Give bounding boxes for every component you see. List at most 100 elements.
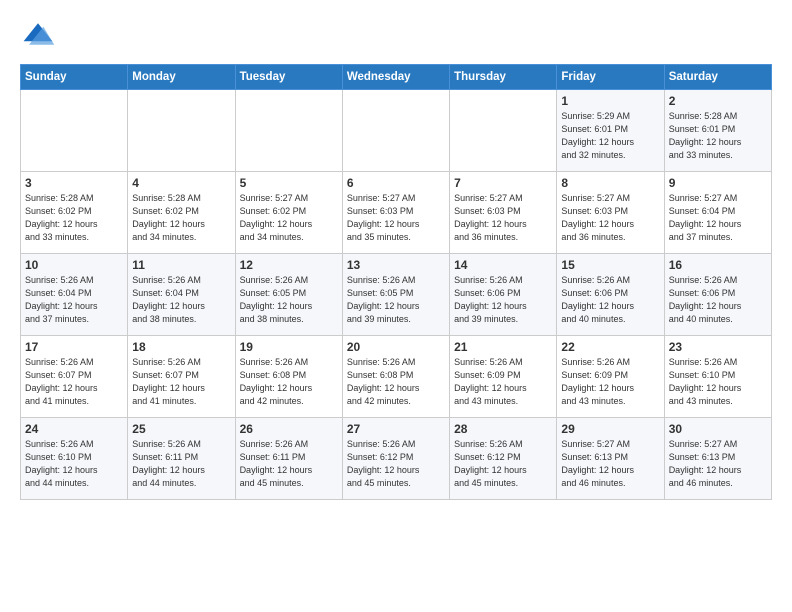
calendar-cell — [235, 90, 342, 172]
logo — [20, 16, 62, 52]
day-info: Sunrise: 5:26 AM Sunset: 6:09 PM Dayligh… — [454, 356, 552, 408]
calendar-cell: 16 Sunrise: 5:26 AM Sunset: 6:06 PM Dayli… — [664, 254, 771, 336]
calendar-cell: 5Sunrise: 5:27 AM Sunset: 6:02 PM Daylig… — [235, 172, 342, 254]
header — [20, 16, 772, 52]
day-info: Sunrise: 5:26 AM Sunset: 6:11 PM Dayligh… — [132, 438, 230, 490]
day-info: Sunrise: 5:27 AM Sunset: 6:03 PM Dayligh… — [561, 192, 659, 244]
day-number: 14 — [454, 258, 552, 272]
calendar-cell: 22 Sunrise: 5:26 AM Sunset: 6:09 PM Dayli… — [557, 336, 664, 418]
calendar-table: SundayMondayTuesdayWednesdayThursdayFrid… — [20, 64, 772, 500]
calendar-cell: 11 Sunrise: 5:26 AM Sunset: 6:04 PM Dayli… — [128, 254, 235, 336]
calendar-cell: 6Sunrise: 5:27 AM Sunset: 6:03 PM Daylig… — [342, 172, 449, 254]
calendar-cell: 13Sunrise: 5:26 AM Sunset: 6:05 PM Dayli… — [342, 254, 449, 336]
day-number: 19 — [240, 340, 338, 354]
calendar-cell: 29 Sunrise: 5:27 AM Sunset: 6:13 PM Dayli… — [557, 418, 664, 500]
day-info: Sunrise: 5:26 AM Sunset: 6:10 PM Dayligh… — [25, 438, 123, 490]
day-number: 28 — [454, 422, 552, 436]
day-number: 10 — [25, 258, 123, 272]
day-number: 15 — [561, 258, 659, 272]
day-number: 16 — [669, 258, 767, 272]
calendar-cell: 12Sunrise: 5:26 AM Sunset: 6:05 PM Dayli… — [235, 254, 342, 336]
day-number: 24 — [25, 422, 123, 436]
calendar-cell: 26 Sunrise: 5:26 AM Sunset: 6:11 PM Dayli… — [235, 418, 342, 500]
day-info: Sunrise: 5:28 AM Sunset: 6:02 PM Dayligh… — [132, 192, 230, 244]
day-info: Sunrise: 5:28 AM Sunset: 6:02 PM Dayligh… — [25, 192, 123, 244]
weekday-header-monday: Monday — [128, 65, 235, 90]
calendar-cell — [450, 90, 557, 172]
day-info: Sunrise: 5:27 AM Sunset: 6:13 PM Dayligh… — [561, 438, 659, 490]
calendar-cell: 30 Sunrise: 5:27 AM Sunset: 6:13 PM Dayli… — [664, 418, 771, 500]
calendar-cell: 27 Sunrise: 5:26 AM Sunset: 6:12 PM Dayli… — [342, 418, 449, 500]
calendar-cell — [21, 90, 128, 172]
weekday-header-tuesday: Tuesday — [235, 65, 342, 90]
calendar-cell — [128, 90, 235, 172]
calendar-cell: 2Sunrise: 5:28 AM Sunset: 6:01 PM Daylig… — [664, 90, 771, 172]
day-number: 29 — [561, 422, 659, 436]
calendar-cell: 10 Sunrise: 5:26 AM Sunset: 6:04 PM Dayli… — [21, 254, 128, 336]
weekday-header-saturday: Saturday — [664, 65, 771, 90]
weekday-header-friday: Friday — [557, 65, 664, 90]
day-info: Sunrise: 5:26 AM Sunset: 6:04 PM Dayligh… — [25, 274, 123, 326]
day-info: Sunrise: 5:26 AM Sunset: 6:06 PM Dayligh… — [669, 274, 767, 326]
week-row-5: 24 Sunrise: 5:26 AM Sunset: 6:10 PM Dayli… — [21, 418, 772, 500]
calendar-cell: 8 Sunrise: 5:27 AM Sunset: 6:03 PM Daylig… — [557, 172, 664, 254]
day-info: Sunrise: 5:26 AM Sunset: 6:06 PM Dayligh… — [561, 274, 659, 326]
day-info: Sunrise: 5:26 AM Sunset: 6:11 PM Dayligh… — [240, 438, 338, 490]
calendar-cell: 25 Sunrise: 5:26 AM Sunset: 6:11 PM Dayli… — [128, 418, 235, 500]
day-number: 6 — [347, 176, 445, 190]
calendar-cell: 1Sunrise: 5:29 AM Sunset: 6:01 PM Daylig… — [557, 90, 664, 172]
day-number: 17 — [25, 340, 123, 354]
day-info: Sunrise: 5:26 AM Sunset: 6:04 PM Dayligh… — [132, 274, 230, 326]
day-number: 3 — [25, 176, 123, 190]
day-number: 20 — [347, 340, 445, 354]
weekday-header-row: SundayMondayTuesdayWednesdayThursdayFrid… — [21, 65, 772, 90]
day-info: Sunrise: 5:26 AM Sunset: 6:10 PM Dayligh… — [669, 356, 767, 408]
calendar-cell — [342, 90, 449, 172]
week-row-1: 1Sunrise: 5:29 AM Sunset: 6:01 PM Daylig… — [21, 90, 772, 172]
day-number: 22 — [561, 340, 659, 354]
day-info: Sunrise: 5:27 AM Sunset: 6:03 PM Dayligh… — [454, 192, 552, 244]
day-number: 21 — [454, 340, 552, 354]
day-info: Sunrise: 5:26 AM Sunset: 6:07 PM Dayligh… — [132, 356, 230, 408]
page: SundayMondayTuesdayWednesdayThursdayFrid… — [0, 0, 792, 520]
calendar-cell: 20 Sunrise: 5:26 AM Sunset: 6:08 PM Dayli… — [342, 336, 449, 418]
day-number: 27 — [347, 422, 445, 436]
day-info: Sunrise: 5:28 AM Sunset: 6:01 PM Dayligh… — [669, 110, 767, 162]
day-number: 1 — [561, 94, 659, 108]
weekday-header-sunday: Sunday — [21, 65, 128, 90]
day-info: Sunrise: 5:27 AM Sunset: 6:13 PM Dayligh… — [669, 438, 767, 490]
day-info: Sunrise: 5:26 AM Sunset: 6:06 PM Dayligh… — [454, 274, 552, 326]
day-number: 18 — [132, 340, 230, 354]
weekday-header-wednesday: Wednesday — [342, 65, 449, 90]
calendar-cell: 23Sunrise: 5:26 AM Sunset: 6:10 PM Dayli… — [664, 336, 771, 418]
day-info: Sunrise: 5:26 AM Sunset: 6:08 PM Dayligh… — [347, 356, 445, 408]
week-row-2: 3 Sunrise: 5:28 AM Sunset: 6:02 PM Daylig… — [21, 172, 772, 254]
weekday-header-thursday: Thursday — [450, 65, 557, 90]
week-row-4: 17 Sunrise: 5:26 AM Sunset: 6:07 PM Dayli… — [21, 336, 772, 418]
week-row-3: 10 Sunrise: 5:26 AM Sunset: 6:04 PM Dayli… — [21, 254, 772, 336]
logo-icon — [20, 16, 56, 52]
day-number: 4 — [132, 176, 230, 190]
calendar-cell: 21 Sunrise: 5:26 AM Sunset: 6:09 PM Dayli… — [450, 336, 557, 418]
day-info: Sunrise: 5:26 AM Sunset: 6:12 PM Dayligh… — [347, 438, 445, 490]
day-number: 9 — [669, 176, 767, 190]
day-number: 30 — [669, 422, 767, 436]
calendar-cell: 28Sunrise: 5:26 AM Sunset: 6:12 PM Dayli… — [450, 418, 557, 500]
calendar-cell: 24 Sunrise: 5:26 AM Sunset: 6:10 PM Dayli… — [21, 418, 128, 500]
calendar-cell: 7 Sunrise: 5:27 AM Sunset: 6:03 PM Daylig… — [450, 172, 557, 254]
day-number: 8 — [561, 176, 659, 190]
day-number: 25 — [132, 422, 230, 436]
day-number: 5 — [240, 176, 338, 190]
day-number: 11 — [132, 258, 230, 272]
calendar-cell: 18 Sunrise: 5:26 AM Sunset: 6:07 PM Dayli… — [128, 336, 235, 418]
calendar-cell: 17Sunrise: 5:26 AM Sunset: 6:07 PM Dayli… — [21, 336, 128, 418]
day-number: 7 — [454, 176, 552, 190]
day-number: 13 — [347, 258, 445, 272]
calendar-cell: 3 Sunrise: 5:28 AM Sunset: 6:02 PM Daylig… — [21, 172, 128, 254]
day-info: Sunrise: 5:26 AM Sunset: 6:09 PM Dayligh… — [561, 356, 659, 408]
calendar-cell: 19 Sunrise: 5:26 AM Sunset: 6:08 PM Dayli… — [235, 336, 342, 418]
calendar-cell: 14 Sunrise: 5:26 AM Sunset: 6:06 PM Dayli… — [450, 254, 557, 336]
day-number: 26 — [240, 422, 338, 436]
calendar-cell: 4 Sunrise: 5:28 AM Sunset: 6:02 PM Daylig… — [128, 172, 235, 254]
day-info: Sunrise: 5:26 AM Sunset: 6:08 PM Dayligh… — [240, 356, 338, 408]
